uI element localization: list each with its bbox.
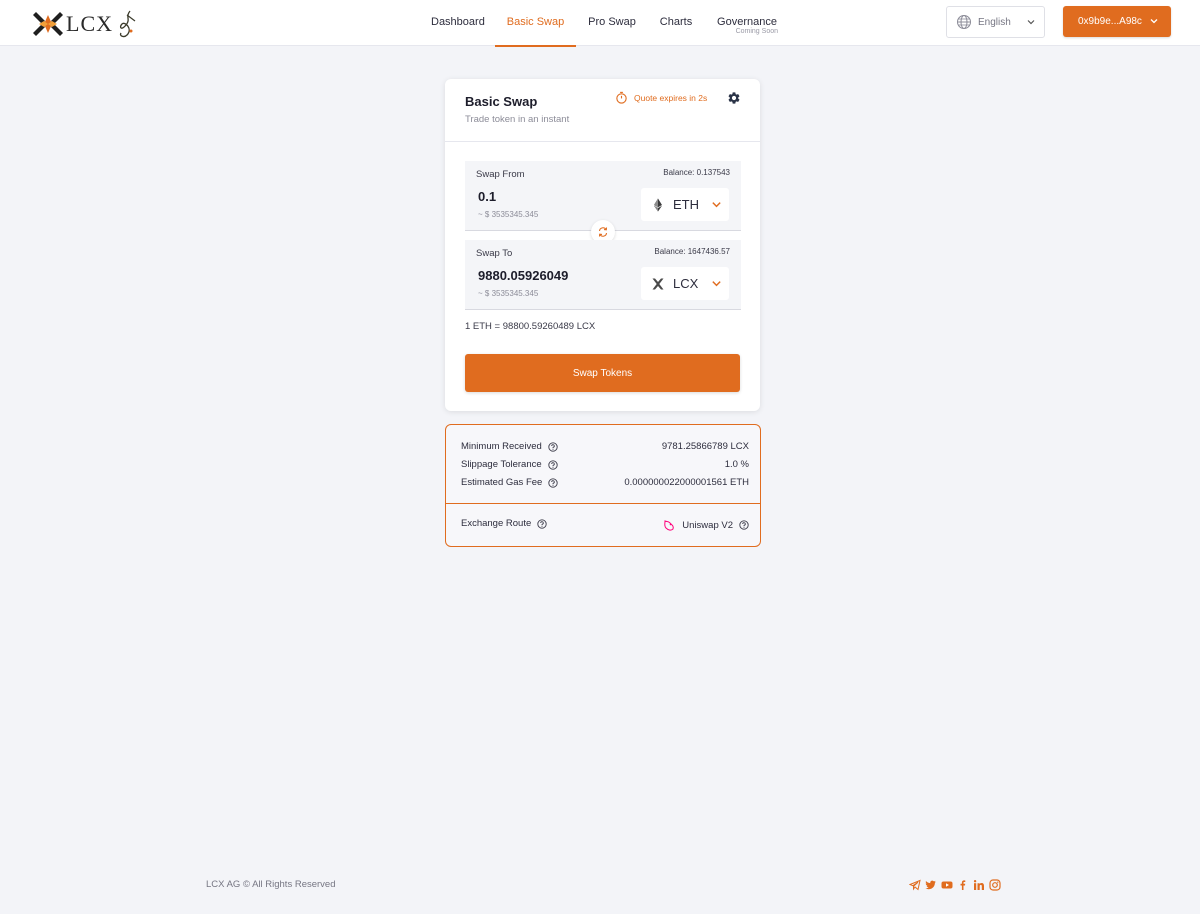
swap-to-label: Swap To — [476, 248, 513, 259]
nav-basic-swap[interactable]: Basic Swap — [495, 0, 576, 47]
slippage-value: 1.0 % — [724, 459, 749, 470]
nav-pro-swap-label: Pro Swap — [588, 16, 636, 28]
minimum-received-label: Minimum Received — [461, 441, 542, 452]
lcx-logo[interactable]: LCX — [32, 8, 137, 40]
nav-basic-swap-label: Basic Swap — [506, 16, 565, 28]
instagram-icon[interactable] — [989, 879, 1001, 891]
chevron-down-icon — [712, 281, 721, 287]
eth-icon — [654, 198, 662, 211]
exchange-rate: 1 ETH = 98800.59260489 LCX — [465, 321, 596, 332]
uniswap-icon — [664, 520, 675, 531]
swap-to-usd-value: ~ $ 3535345.345 — [478, 289, 539, 298]
minimum-received-row: Minimum Received 9781.25866789 LCX — [461, 441, 749, 455]
nav-charts-label: Charts — [659, 16, 693, 28]
chevron-down-icon — [712, 202, 721, 208]
swap-title: Basic Swap — [465, 94, 538, 109]
swap-from-amount-input[interactable]: 0.1 — [478, 189, 496, 204]
language-label: English — [978, 16, 1011, 28]
lcx-logo-mark-icon — [33, 12, 63, 36]
timer-icon — [616, 91, 627, 104]
nav-charts[interactable]: Charts — [658, 0, 694, 46]
wallet-button[interactable]: 0x9b9e...A98c — [1063, 6, 1171, 37]
help-icon[interactable] — [548, 477, 558, 488]
swap-card: Basic Swap Trade token in an instant Quo… — [445, 79, 760, 411]
nav-pro-swap[interactable]: Pro Swap — [586, 0, 638, 46]
wallet-address: 0x9b9e...A98c — [1078, 16, 1142, 27]
swap-to-token-select[interactable]: LCX — [641, 267, 729, 300]
minimum-received-value: 9781.25866789 LCX — [661, 441, 749, 452]
social-links — [909, 879, 1005, 891]
footer-copyright: LCX AG © All Rights Reserved — [206, 879, 336, 890]
nav-governance-label: Governance — [717, 16, 777, 28]
gear-icon[interactable] — [727, 91, 741, 105]
facebook-icon[interactable] — [957, 879, 969, 891]
signature-icon — [119, 10, 136, 38]
youtube-icon[interactable] — [941, 879, 953, 891]
top-header: LCX Dashboard Basic Swap Pro Swap Charts… — [0, 0, 1200, 47]
chevron-down-icon — [1027, 20, 1035, 25]
logo-text: LCX — [66, 11, 113, 36]
slippage-row: Slippage Tolerance 1.0 % — [461, 459, 749, 473]
nav-governance-coming-soon: Coming Soon — [735, 28, 778, 35]
help-icon[interactable] — [537, 518, 547, 529]
help-icon[interactable] — [548, 441, 558, 452]
nav-dashboard-label: Dashboard — [431, 16, 485, 28]
swap-from-label: Swap From — [476, 169, 525, 180]
lcx-token-icon — [652, 278, 664, 289]
telegram-icon[interactable] — [909, 879, 921, 891]
gas-fee-row: Estimated Gas Fee 0.000000022000001561 E… — [461, 477, 749, 491]
swap-subtitle: Trade token in an instant — [465, 114, 570, 125]
swap-to-token-label: LCX — [673, 276, 699, 291]
help-icon[interactable] — [547, 459, 558, 470]
quote-expires-text: Quote expires in 2s — [634, 92, 708, 103]
swap-to-panel: Swap To Balance: 1647436.57 9880.0592604… — [465, 240, 741, 310]
swap-from-balance: Balance: 0.137543 — [663, 168, 730, 177]
nav-governance[interactable]: Governance Coming Soon — [716, 0, 778, 46]
swap-from-token-select[interactable]: ETH — [641, 188, 729, 221]
help-icon[interactable] — [739, 520, 749, 530]
swap-details-card: Minimum Received 9781.25866789 LCX Slipp… — [445, 424, 761, 547]
swap-from-token-label: ETH — [673, 197, 699, 212]
exchange-route-label: Exchange Route — [461, 518, 532, 529]
swap-to-amount-input[interactable]: 9880.05926049 — [478, 268, 568, 283]
swap-tokens-button[interactable]: Swap Tokens — [465, 354, 740, 392]
nav-dashboard[interactable]: Dashboard — [416, 0, 496, 46]
swap-from-usd-value: ~ $ 3535345.345 — [478, 210, 539, 219]
swap-arrows-icon — [598, 227, 608, 237]
details-divider — [446, 503, 760, 504]
linkedin-icon[interactable] — [973, 879, 985, 891]
exchange-route-row: Exchange Route Uniswap V2 — [461, 518, 749, 532]
gas-fee-label: Estimated Gas Fee — [461, 477, 543, 488]
quote-timer: Quote expires in 2s — [615, 91, 707, 104]
gas-fee-value: 0.000000022000001561 ETH — [624, 477, 749, 488]
chevron-down-icon — [1150, 19, 1158, 24]
globe-icon — [957, 15, 971, 29]
exchange-route-value: Uniswap V2 — [682, 519, 733, 531]
slippage-label: Slippage Tolerance — [461, 459, 542, 470]
twitter-icon[interactable] — [925, 879, 937, 891]
language-select[interactable]: English — [946, 6, 1045, 38]
card-divider — [445, 141, 760, 142]
active-nav-underline — [495, 45, 576, 47]
swap-to-balance: Balance: 1647436.57 — [654, 247, 730, 256]
